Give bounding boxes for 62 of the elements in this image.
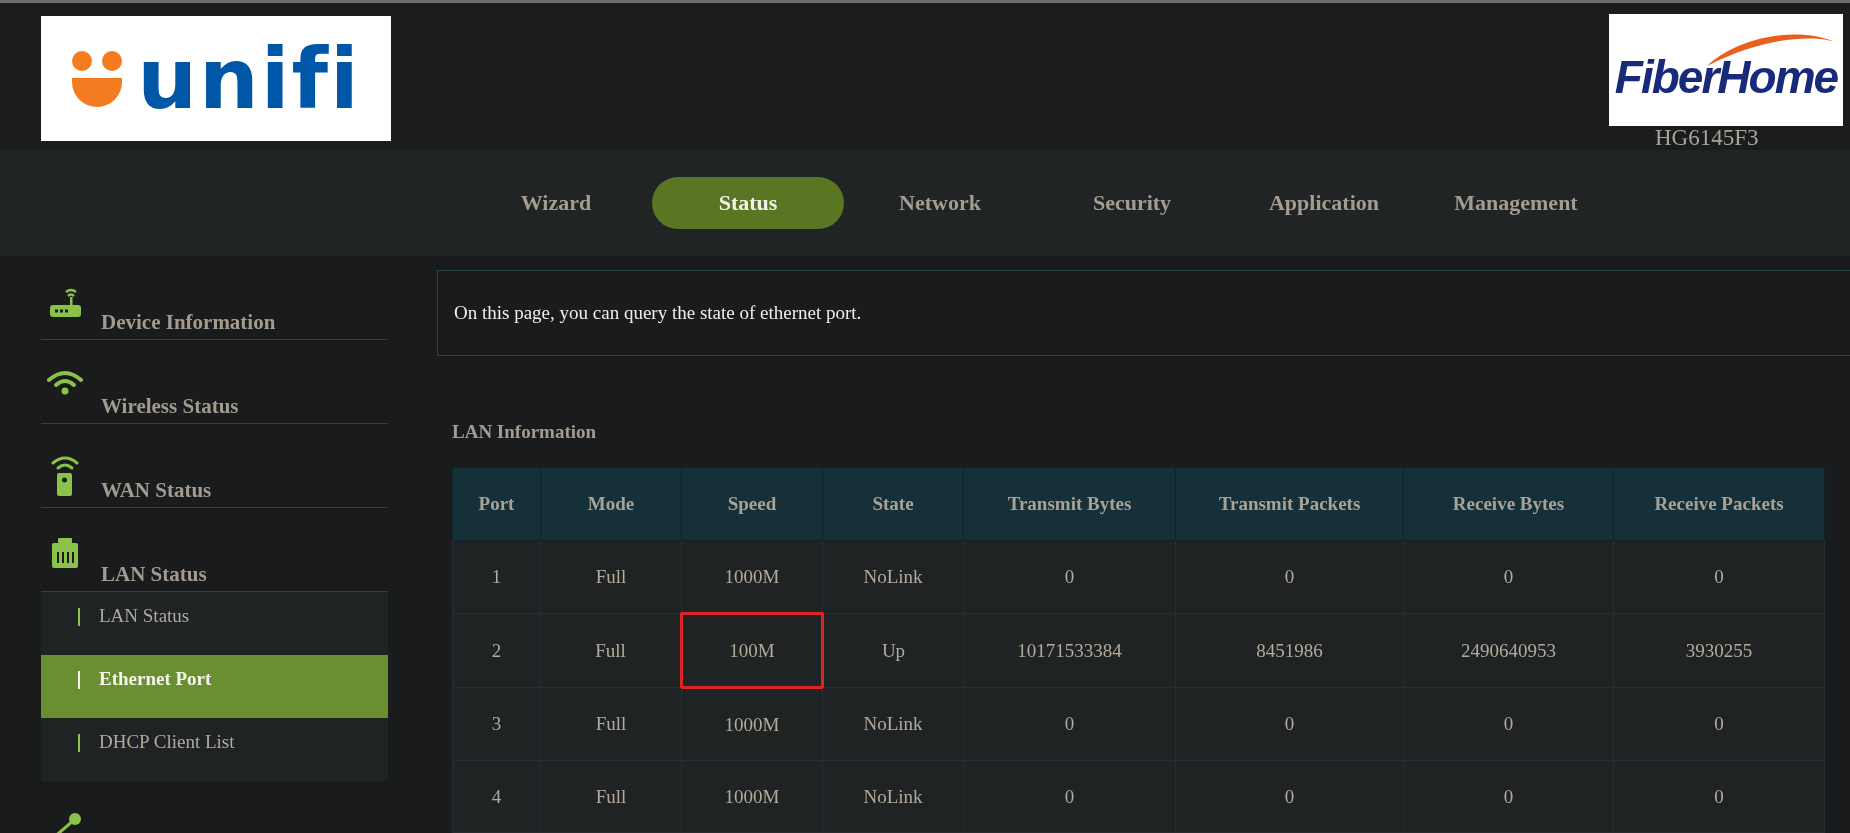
column-header: Speed: [681, 467, 823, 541]
wifi-icon: [47, 370, 83, 395]
table-cell: 0: [1175, 540, 1404, 614]
table-cell: 0: [1403, 687, 1614, 761]
column-header: Port: [452, 467, 541, 541]
table-cell: 0: [1175, 760, 1404, 833]
table-cell: Full: [540, 613, 682, 688]
table-cell: 4: [452, 760, 541, 833]
router-icon: [48, 286, 82, 318]
table-cell: NoLink: [822, 687, 964, 761]
table-cell: 10171533384: [963, 613, 1176, 688]
antenna-icon: [50, 454, 80, 496]
table-cell: 0: [1403, 540, 1614, 614]
column-header: State: [822, 467, 964, 541]
table-cell: 1000M: [681, 687, 823, 761]
column-header: Receive Packets: [1613, 467, 1825, 541]
table-cell: 1000M: [681, 760, 823, 833]
column-header: Mode: [540, 467, 682, 541]
table-cell: 0: [963, 540, 1176, 614]
table-cell: 0: [1613, 760, 1825, 833]
table-cell: Full: [540, 540, 682, 614]
table-cell: 0: [1613, 687, 1825, 761]
info-text: On this page, you can query the state of ethernet port.: [437, 270, 1850, 356]
table-cell: Full: [540, 760, 682, 833]
sidebar-item[interactable]: WAN Status: [41, 424, 388, 508]
table-cell: 8451986: [1175, 613, 1404, 688]
column-header: Transmit Packets: [1175, 467, 1404, 541]
sidebar-item[interactable]: Wireless Status: [41, 340, 388, 424]
vendor-logo: FiberHome: [1609, 14, 1843, 126]
table-cell: Full: [540, 687, 682, 761]
column-header: Receive Bytes: [1403, 467, 1614, 541]
table-cell: 3: [452, 687, 541, 761]
submenu-item[interactable]: LAN Status: [41, 592, 388, 655]
ethernet-port-icon: [51, 538, 79, 568]
smiley-icon: [71, 49, 124, 108]
table-cell: 1: [452, 540, 541, 614]
nav-tab[interactable]: Application: [1228, 177, 1420, 229]
submenu-item[interactable]: Ethernet Port: [41, 655, 388, 718]
table-cell: 1000M: [681, 540, 823, 614]
table-cell: 0: [1403, 760, 1614, 833]
table-cell: Up: [822, 613, 964, 688]
model-name: HG6145F3: [1655, 126, 1759, 150]
nav-tab[interactable]: Management: [1420, 177, 1612, 229]
table-cell: 0: [1613, 540, 1825, 614]
table-cell: NoLink: [822, 760, 964, 833]
table-cell: 3930255: [1613, 613, 1825, 688]
column-header: Transmit Bytes: [963, 467, 1176, 541]
brand-logo: unifi: [41, 16, 391, 141]
table-cell: 2: [452, 613, 541, 688]
table-cell: 100M: [681, 613, 823, 688]
sidebar-item[interactable]: Device Information: [41, 256, 388, 340]
section-title: LAN Information: [452, 422, 598, 442]
table-cell: 2490640953: [1403, 613, 1614, 688]
table-cell: NoLink: [822, 540, 964, 614]
submenu-item[interactable]: DHCP Client List: [41, 718, 388, 781]
nav-tab[interactable]: Security: [1036, 177, 1228, 229]
table-cell: 0: [963, 760, 1176, 833]
table-cell: 0: [1175, 687, 1404, 761]
nav-tab[interactable]: Wizard: [460, 177, 652, 229]
table-cell: 0: [963, 687, 1176, 761]
nav-tab[interactable]: Status: [652, 177, 844, 229]
nav-tab[interactable]: Network: [844, 177, 1036, 229]
